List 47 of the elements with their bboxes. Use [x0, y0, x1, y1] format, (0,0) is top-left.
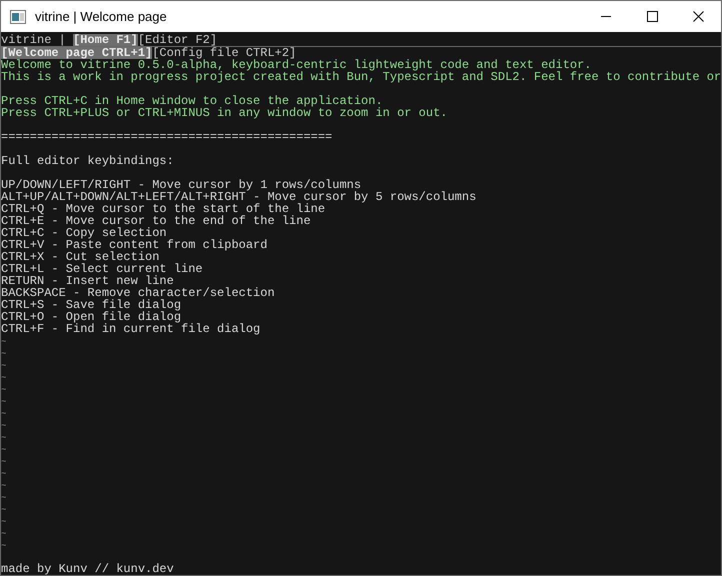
- text-line: Full editor keybindings:: [1, 155, 175, 167]
- tilde-marker: ~: [1, 493, 6, 503]
- text-line: Press CTRL+PLUS or CTRL+MINUS in any window to zoom in or out.: [1, 107, 448, 119]
- text-line: CTRL+X - Cut selection: [1, 251, 160, 263]
- maximize-icon: [646, 11, 658, 22]
- footer-text: made by Kunv // kunv.dev: [1, 562, 174, 575]
- tilde-marker: ~: [1, 505, 6, 515]
- tab[interactable]: [Config file CTRL+2]: [152, 47, 296, 59]
- tilde-marker: ~: [1, 445, 6, 455]
- tilde-marker: ~: [1, 349, 6, 359]
- text-line: CTRL+F - Find in current file dialog: [1, 323, 262, 335]
- tilde-marker: ~: [1, 361, 6, 371]
- tilde-marker: ~: [1, 421, 6, 431]
- tilde-marker: ~: [1, 517, 6, 527]
- tilde-marker: ~: [1, 481, 6, 491]
- text-line: CTRL+S - Save file dialog: [1, 299, 182, 311]
- tilde-marker: ~: [1, 469, 6, 479]
- text-line: CTRL+Q - Move cursor to the start of the line: [1, 203, 326, 215]
- close-icon: [692, 11, 704, 22]
- window-title: vitrine | Welcome page: [35, 8, 167, 26]
- text-line: This is a work in progress project created with Bun, Typescript and SDL2. Feel free to contribute or: [1, 71, 721, 83]
- tab[interactable]: [Home F1]: [73, 34, 138, 46]
- text-line: CTRL+L - Select current line: [1, 263, 204, 275]
- tilde-marker: ~: [1, 457, 6, 467]
- text-line: CTRL+O - Open file dialog: [1, 311, 182, 323]
- tilde-marker: ~: [1, 397, 6, 407]
- text-line: CTRL+V - Paste content from clipboard: [1, 239, 268, 251]
- text-line: Press CTRL+C in Home window to close the application.: [1, 95, 383, 107]
- text-line: ==============================================: [1, 131, 334, 143]
- tilde-marker: ~: [1, 385, 6, 395]
- text-line: Welcome to vitrine 0.5.0-alpha, keyboard-centric lightweight code and text editor.: [1, 59, 592, 71]
- text-line: RETURN - Insert new line: [1, 275, 174, 287]
- tilde-marker: ~: [1, 541, 6, 551]
- tilde-marker: ~: [1, 373, 6, 383]
- text-line: CTRL+C - Copy selection: [1, 227, 168, 239]
- app-icon: [10, 10, 26, 24]
- tilde-marker: ~: [1, 529, 6, 539]
- text-line: CTRL+E - Move cursor to the end of the line: [1, 215, 312, 227]
- text-line: UP/DOWN/LEFT/RIGHT - Move cursor by 1 rows/columns: [1, 179, 362, 191]
- text-line: BACKSPACE - Remove character/selection: [1, 287, 276, 299]
- tilde-marker: ~: [1, 409, 6, 419]
- tab[interactable]: [Editor F2]: [138, 34, 218, 46]
- tab[interactable]: [Welcome page CTRL+1]: [1, 47, 152, 59]
- tilde-marker: ~: [1, 337, 6, 347]
- tilde-marker: ~: [1, 433, 6, 443]
- app-label: vitrine |: [1, 34, 67, 46]
- text-line: ALT+UP/ALT+DOWN/ALT+LEFT/ALT+RIGHT - Move cursor by 5 rows/columns: [1, 191, 478, 203]
